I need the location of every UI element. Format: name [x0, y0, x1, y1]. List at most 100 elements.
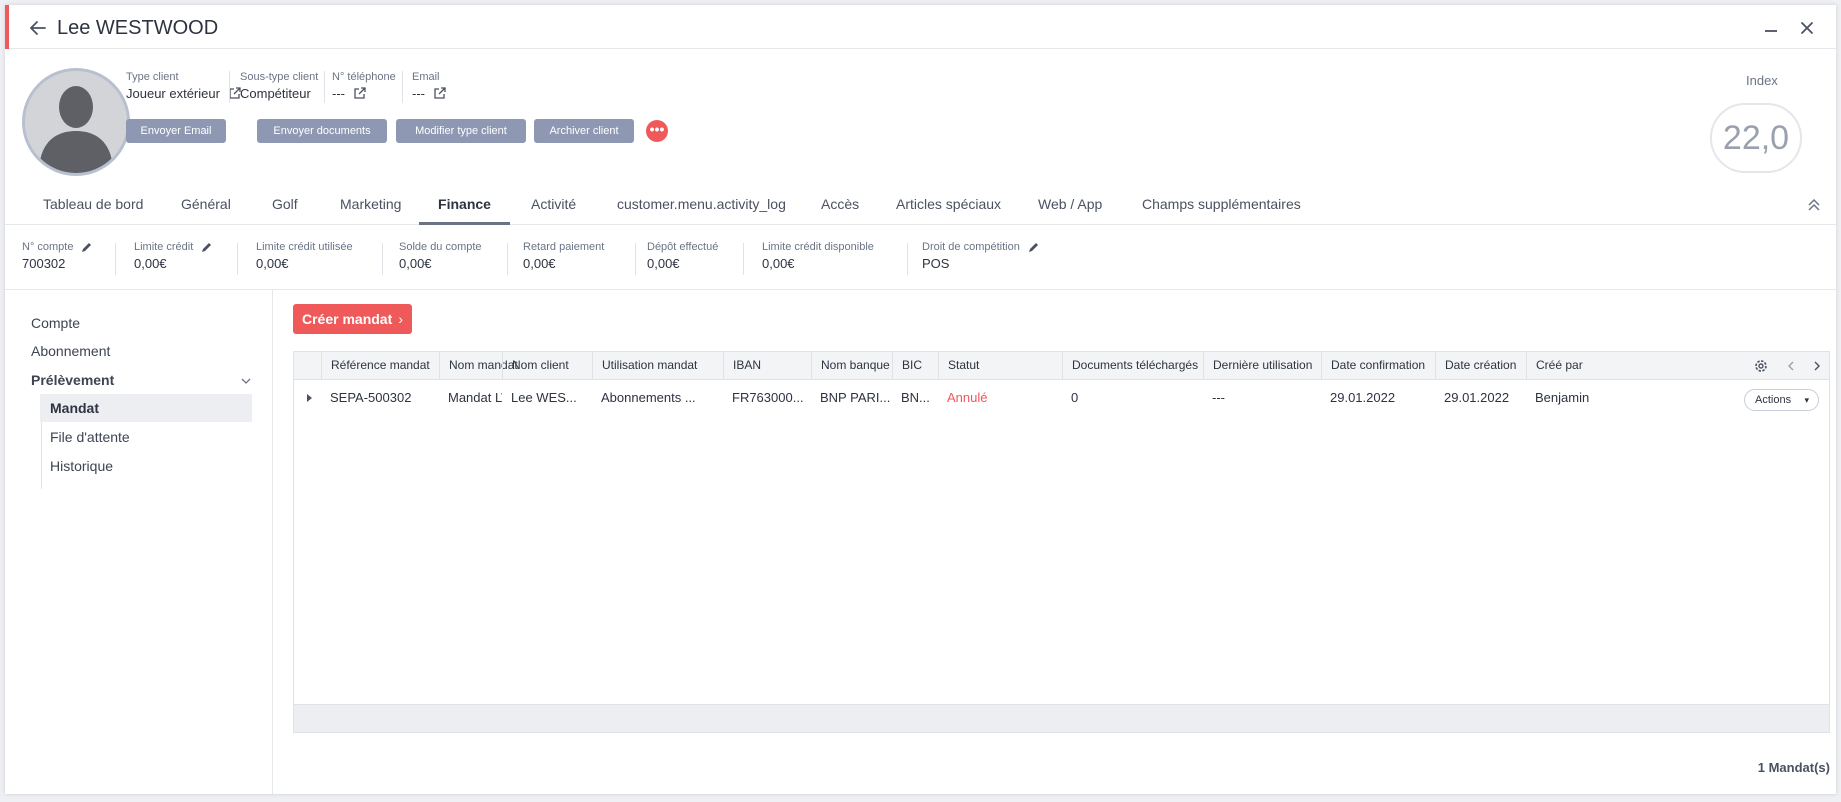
fin-label: Limite crédit	[134, 241, 213, 253]
balance-value: 0,00€	[399, 256, 432, 271]
minimize-icon[interactable]	[1762, 21, 1780, 39]
column-header[interactable]: Date confirmation	[1321, 352, 1435, 379]
fin-divider	[907, 243, 908, 275]
info-label: Email	[412, 71, 440, 83]
column-header[interactable]: Dernière utilisation	[1203, 352, 1321, 379]
index-label: Index	[1746, 73, 1778, 88]
credit-limit-label: Limite crédit	[134, 241, 194, 253]
tab-articles-speciaux[interactable]: Articles spéciaux	[896, 183, 1001, 225]
cell-confirmation-date: 29.01.2022	[1330, 390, 1396, 405]
row-actions-button[interactable]: Actions ▾	[1744, 389, 1819, 411]
fin-divider	[382, 243, 383, 275]
info-type-client: Type client Joueur extérieur	[126, 71, 241, 101]
fin-label: Droit de compétition	[922, 241, 1040, 253]
fin-competition-right: Droit de compétition POS	[922, 241, 1040, 271]
cell-client-name: Lee WES...	[511, 390, 577, 405]
archive-client-button[interactable]: Archiver client	[534, 119, 634, 143]
account-number-value: 700302	[22, 256, 66, 271]
column-header[interactable]: Documents téléchargés	[1062, 352, 1203, 379]
gear-icon[interactable]	[1753, 358, 1769, 374]
cell-reference: SEPA-500302	[330, 390, 412, 405]
cell-bic: BN...	[901, 390, 930, 405]
tab-finance[interactable]: Finance	[419, 183, 510, 225]
column-header[interactable]: Utilisation mandat	[592, 352, 704, 379]
fin-late-payment: Retard paiement 0,00€	[523, 241, 604, 271]
sidebar-subitem-historique[interactable]: Historique	[40, 452, 252, 480]
sidebar-item-abonnement[interactable]: Abonnement	[31, 343, 110, 359]
pencil-icon[interactable]	[201, 241, 213, 253]
sidebar-subitem-mandat[interactable]: Mandat	[40, 394, 252, 422]
mandate-count: 1 Mandat(s)	[1757, 760, 1830, 775]
cell-created-by: Benjamin	[1535, 390, 1590, 405]
credit-limit-value: 0,00€	[134, 256, 167, 271]
tab-activite[interactable]: Activité	[531, 183, 576, 225]
sidebar-subitem-file-attente[interactable]: File d'attente	[40, 423, 252, 451]
column-header[interactable]: BIC	[892, 352, 938, 379]
tab-marketing[interactable]: Marketing	[340, 183, 401, 225]
telephone-value: ---	[332, 86, 345, 101]
available-credit-value: 0,00€	[762, 256, 795, 271]
info-divider	[229, 71, 230, 103]
late-payment-value: 0,00€	[523, 256, 556, 271]
tab-general[interactable]: Général	[181, 183, 231, 225]
cell-last-use: ---	[1212, 390, 1225, 405]
available-credit-label: Limite crédit disponible	[762, 241, 874, 253]
pencil-icon[interactable]	[81, 241, 93, 253]
chevron-down-icon[interactable]	[240, 375, 252, 387]
tab-tableau-de-bord[interactable]: Tableau de bord	[43, 183, 143, 225]
chevron-left-icon[interactable]	[1785, 360, 1797, 372]
tab-web-app[interactable]: Web / App	[1038, 183, 1102, 225]
actions-label: Actions	[1755, 394, 1792, 406]
cell-creation-date: 29.01.2022	[1444, 390, 1510, 405]
used-credit-value: 0,00€	[256, 256, 289, 271]
cell-usage: Abonnements ...	[601, 390, 696, 405]
late-payment-label: Retard paiement	[523, 241, 605, 253]
column-header[interactable]: Nom client	[502, 352, 583, 379]
info-email: Email ---	[412, 71, 446, 101]
window-header: Lee WESTWOOD	[5, 5, 1836, 49]
cell-bank-name: BNP PARI...	[820, 390, 891, 405]
fin-divider	[635, 243, 636, 275]
tab-golf[interactable]: Golf	[272, 183, 298, 225]
column-header[interactable]: IBAN	[723, 352, 812, 379]
used-credit-label: Limite crédit utilisée	[256, 241, 353, 253]
close-icon[interactable]	[1798, 19, 1816, 37]
tab-champs-supplementaires[interactable]: Champs supplémentaires	[1142, 183, 1301, 225]
fin-divider	[507, 243, 508, 275]
pencil-icon[interactable]	[1028, 241, 1040, 253]
more-options-button[interactable]: •••	[646, 120, 668, 142]
balance-label: Solde du compte	[399, 241, 482, 253]
send-email-button[interactable]: Envoyer Email	[126, 119, 226, 143]
column-header[interactable]: Créé par	[1526, 352, 1676, 379]
mandate-grid: Référence mandat Nom mandat Nom client U…	[293, 351, 1830, 733]
fin-credit-limit: Limite crédit 0,00€	[134, 241, 213, 271]
modify-client-type-button[interactable]: Modifier type client	[396, 119, 526, 143]
column-header[interactable]: Statut	[938, 352, 1062, 379]
fin-divider	[743, 243, 744, 275]
sidebar-item-prelevement[interactable]: Prélèvement	[31, 372, 114, 388]
send-documents-button[interactable]: Envoyer documents	[257, 119, 387, 143]
avatar	[22, 68, 130, 176]
info-value: ---	[412, 86, 446, 101]
fin-used-credit: Limite crédit utilisée 0,00€	[256, 241, 353, 271]
email-value: ---	[412, 86, 425, 101]
column-header[interactable]: Nom banque	[811, 352, 897, 379]
external-link-icon[interactable]	[353, 87, 366, 100]
chevron-down-icon: ▾	[1804, 395, 1809, 405]
sidebar-item-compte[interactable]: Compte	[31, 315, 80, 331]
grid-footer	[294, 704, 1829, 732]
tab-activity-log[interactable]: customer.menu.activity_log	[617, 183, 786, 225]
info-value: ---	[332, 86, 396, 101]
external-link-icon[interactable]	[433, 87, 446, 100]
chevron-right-icon[interactable]	[1811, 360, 1823, 372]
chevron-right-icon: ›	[398, 311, 403, 327]
tab-acces[interactable]: Accès	[821, 183, 859, 225]
customer-name-title: Lee WESTWOOD	[57, 17, 219, 39]
expand-row-icon[interactable]	[306, 393, 314, 403]
fin-divider	[237, 243, 238, 275]
column-header[interactable]: Date création	[1435, 352, 1526, 379]
back-arrow-icon[interactable]	[27, 17, 49, 39]
account-number-label: N° compte	[22, 241, 74, 253]
create-mandate-button[interactable]: Créer mandat ›	[293, 304, 412, 334]
collapse-up-icon[interactable]	[1806, 196, 1822, 212]
